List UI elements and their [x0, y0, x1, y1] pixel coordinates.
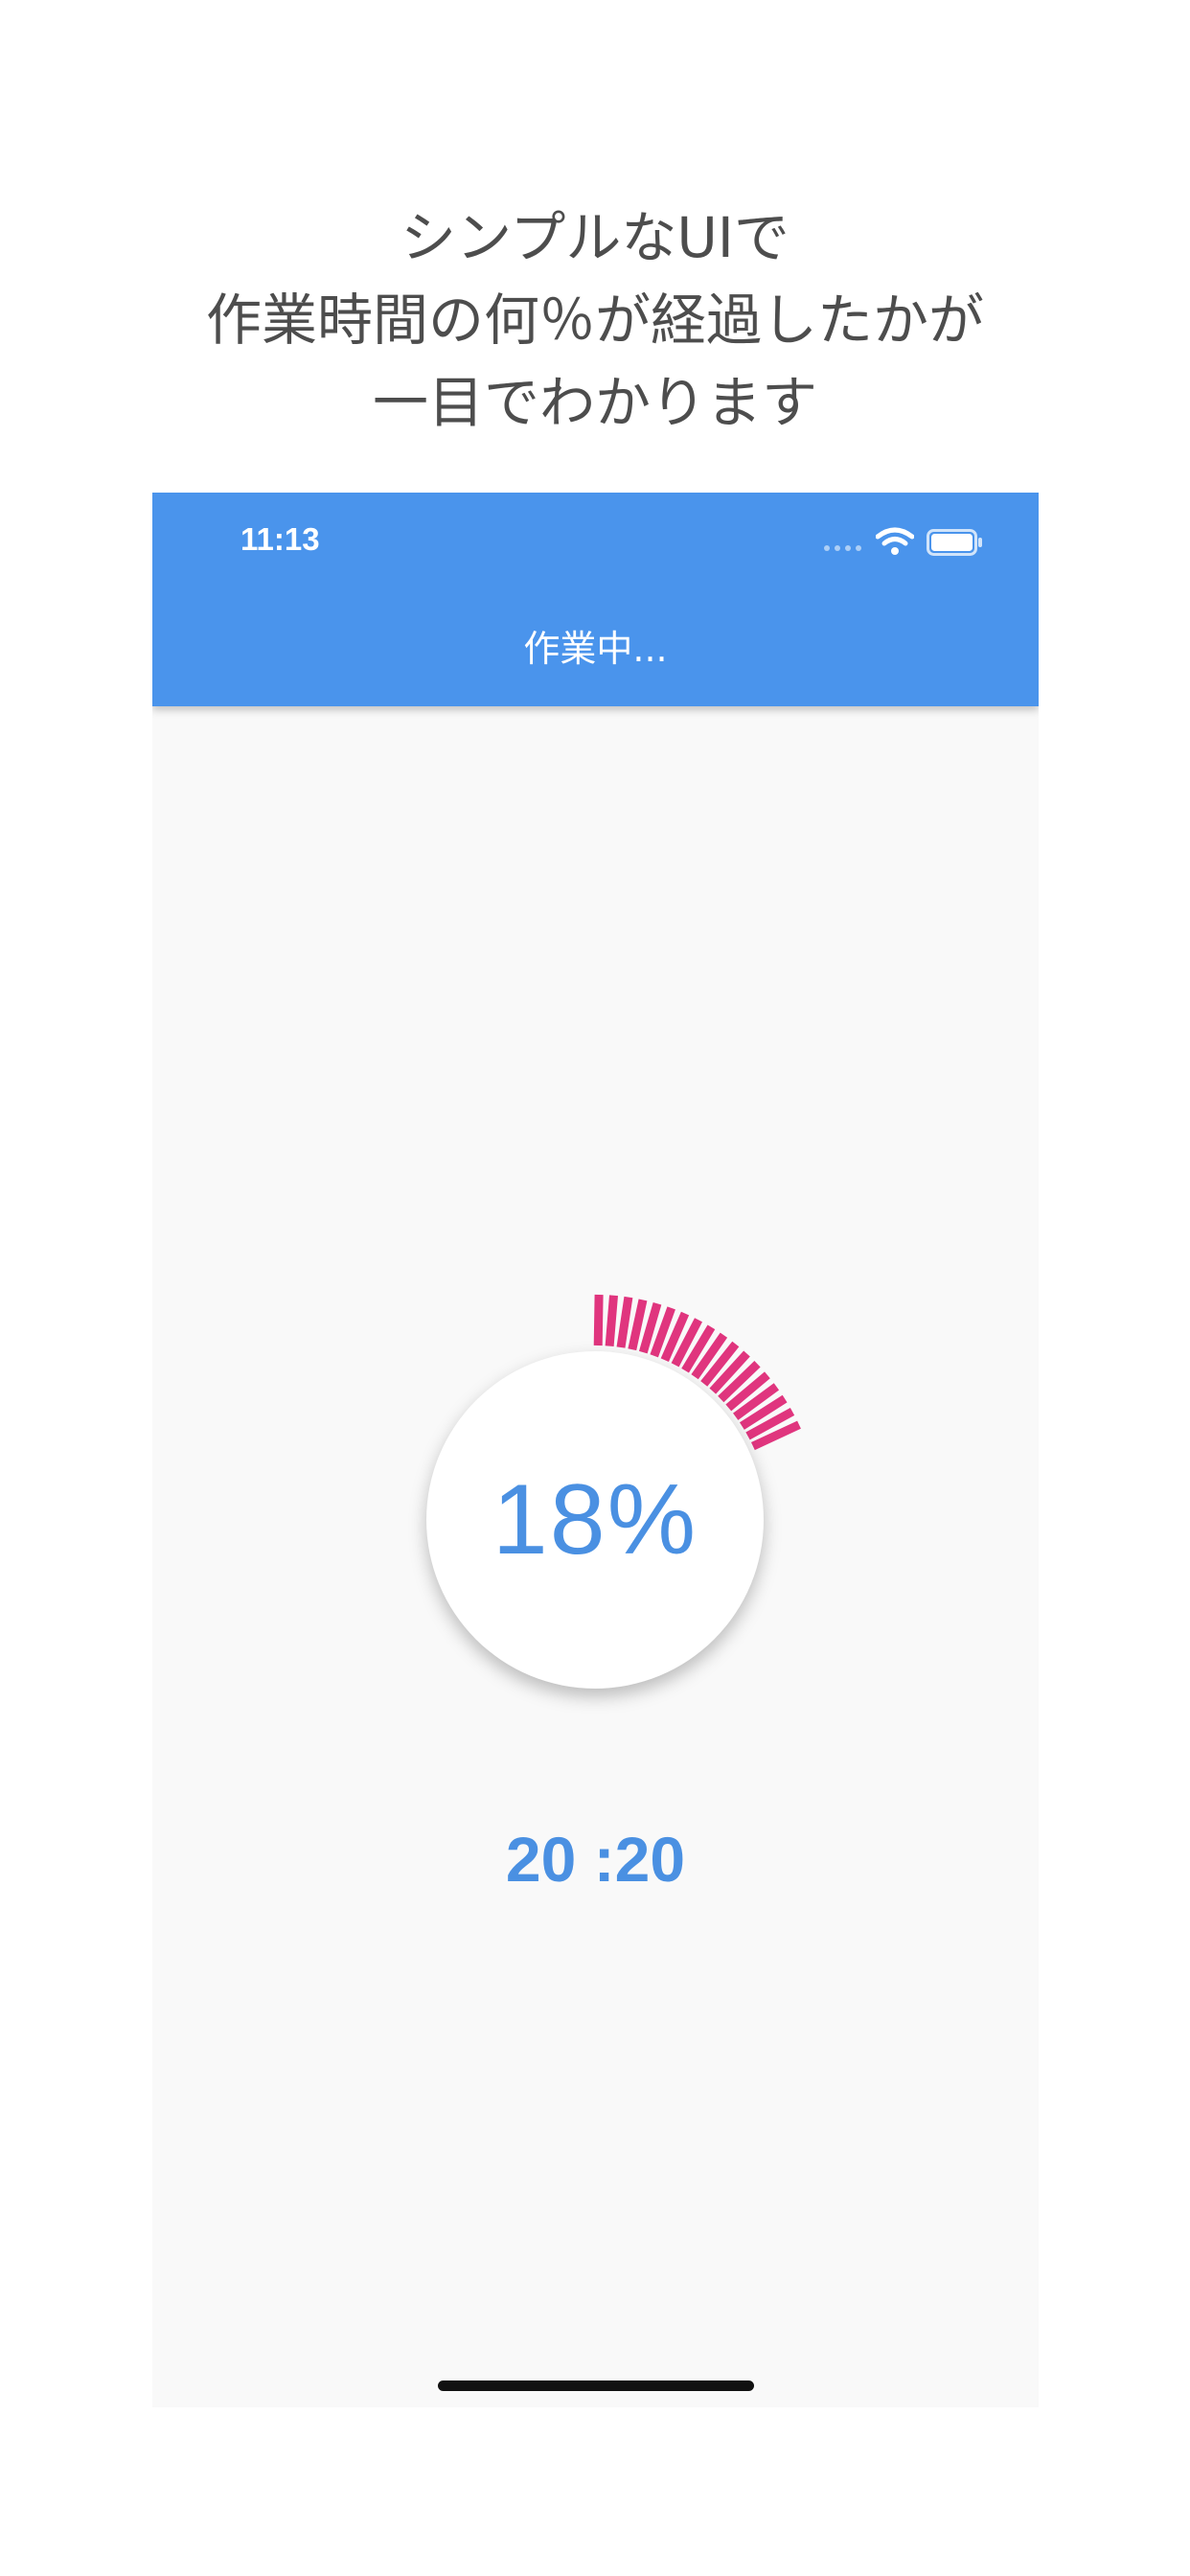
caption-line-3: 一目でわかります [372, 370, 817, 435]
progress-tick [616, 1296, 633, 1348]
caption-line-2: 作業時間の何％が経過したかが [205, 288, 984, 353]
remaining-time: 20 :20 [505, 1824, 686, 1895]
caption-line-1: シンプルなUIで [400, 205, 790, 270]
progress-tick [605, 1295, 618, 1346]
promo-caption: シンプルなUIで 作業時間の何％が経過したかが 一目でわかります [0, 196, 1190, 444]
wifi-icon [876, 527, 914, 555]
home-indicator[interactable] [438, 2380, 754, 2391]
progress-tick [628, 1299, 648, 1351]
battery-icon [927, 529, 982, 556]
progress-dial: 18% [426, 1351, 764, 1689]
status-time: 11:13 [240, 521, 320, 557]
app-bar: 11:13 作業中... [152, 493, 1039, 706]
signal-icon [824, 545, 861, 551]
app-bar-title: 作業中... [523, 628, 668, 670]
percent-label: 18% [492, 1463, 698, 1576]
progress-tick [593, 1294, 604, 1346]
phone-screen: 11:13 作業中... 18% 20 :20 [152, 493, 1039, 2407]
